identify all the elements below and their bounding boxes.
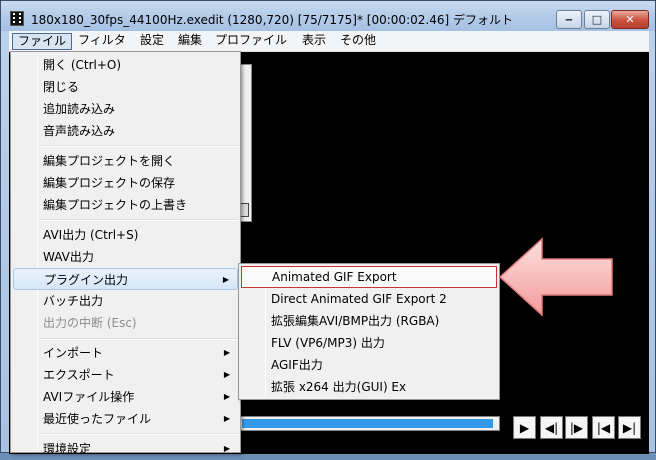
maximize-icon: □ [591,13,603,26]
menu-item-agif-output[interactable]: AGIF出力 [241,354,497,376]
menu-settings[interactable]: 設定 [135,33,169,50]
play-button[interactable]: ▶ [513,416,536,439]
title-bar[interactable]: 180x180_30fps_44100Hz.exedit (1280,720) … [1,1,655,31]
menu-item-plugin-output[interactable]: プラグイン出力 ▶ [13,268,238,290]
menu-item-open-project[interactable]: 編集プロジェクトを開く [13,150,238,172]
menu-item-x264-output[interactable]: 拡張 x264 出力(GUI) Ex [241,376,497,398]
menu-item-direct-gif-export[interactable]: Direct Animated GIF Export 2 [241,288,497,310]
menu-item-import[interactable]: インポート ▶ [13,342,238,364]
prev-frame-button[interactable]: ◀| [540,416,563,439]
menu-item-export[interactable]: エクスポート ▶ [13,364,238,386]
menu-item-abort-output: 出力の中断 (Esc) [43,316,137,330]
submenu-arrow-icon: ▶ [223,348,230,357]
import-label: インポート [43,346,104,360]
window-title: 180x180_30fps_44100Hz.exedit (1280,720) … [31,13,513,27]
film-icon[interactable] [10,11,24,26]
menu-item-wav-output[interactable]: WAV出力 [13,246,238,268]
menu-item-audio-load[interactable]: 音声読み込み [13,120,238,142]
avi-file-ops-label: AVIファイル操作 [43,390,135,404]
menu-item-avi-file-ops[interactable]: AVIファイル操作 ▶ [13,386,238,408]
submenu-arrow-icon: ▶ [223,370,230,379]
seek-progress [242,419,493,428]
minimize-icon: ‒ [565,13,573,26]
next-frame-button[interactable]: |▶ [565,416,588,439]
menu-edit[interactable]: 編集 [173,33,207,50]
last-frame-button[interactable]: ▶| [618,416,641,439]
menu-item-open[interactable]: 開く (Ctrl+O) [13,54,238,76]
menu-separator [41,338,238,340]
recent-files-label: 最近使ったファイル [43,412,152,426]
menu-item-close[interactable]: 閉じる [13,76,238,98]
export-label: エクスポート [43,368,115,382]
menu-filter[interactable]: フィルタ [73,33,131,50]
menu-item-append[interactable]: 追加読み込み [13,98,238,120]
submenu-arrow-icon: ▶ [223,392,230,401]
plugin-output-label: プラグイン出力 [44,273,129,287]
maximize-button[interactable]: □ [584,10,610,29]
close-icon: ✕ [625,13,635,26]
menu-item-recent-files[interactable]: 最近使ったファイル ▶ [13,408,238,430]
menu-separator [41,219,238,221]
menu-profile[interactable]: プロファイル [210,33,292,50]
menu-item-flv-output[interactable]: FLV (VP6/MP3) 出力 [241,332,497,354]
menu-separator [41,433,238,435]
menu-bar: ファイル フィルタ 設定 編集 プロファイル 表示 その他 [9,31,649,52]
minimize-button[interactable]: ‒ [556,10,582,29]
menu-item-animated-gif-export[interactable]: Animated GIF Export [241,266,497,288]
submenu-arrow-icon: ▶ [223,414,230,423]
menu-file[interactable]: ファイル [12,33,73,50]
plugin-output-submenu: Animated GIF Export Direct Animated GIF … [238,263,500,400]
menu-separator [41,145,238,147]
menu-item-avi-output[interactable]: AVI出力 (Ctrl+S) [13,224,238,246]
menu-other[interactable]: その他 [335,33,381,50]
submenu-arrow-icon: ▶ [223,444,230,453]
menu-item-overwrite-project[interactable]: 編集プロジェクトの上書き [13,194,238,216]
pointer-arrow-icon [498,237,613,317]
close-button[interactable]: ✕ [611,10,649,29]
file-menu: 開く (Ctrl+O) 閉じる 追加読み込み 音声読み込み 編集プロジェクトを開… [10,51,241,456]
menu-item-exedit-avi-bmp[interactable]: 拡張編集AVI/BMP出力 (RGBA) [241,310,497,332]
preferences-label: 環境設定 [43,442,92,456]
submenu-arrow-icon: ▶ [222,275,229,284]
first-frame-button[interactable]: |◀ [592,416,615,439]
menu-view[interactable]: 表示 [297,33,331,50]
menu-item-preferences[interactable]: 環境設定 ▶ [13,438,238,460]
menu-item-batch-output[interactable]: バッチ出力 [13,290,238,312]
menu-item-save-project[interactable]: 編集プロジェクトの保存 [13,172,238,194]
seek-bar[interactable] [240,416,500,431]
